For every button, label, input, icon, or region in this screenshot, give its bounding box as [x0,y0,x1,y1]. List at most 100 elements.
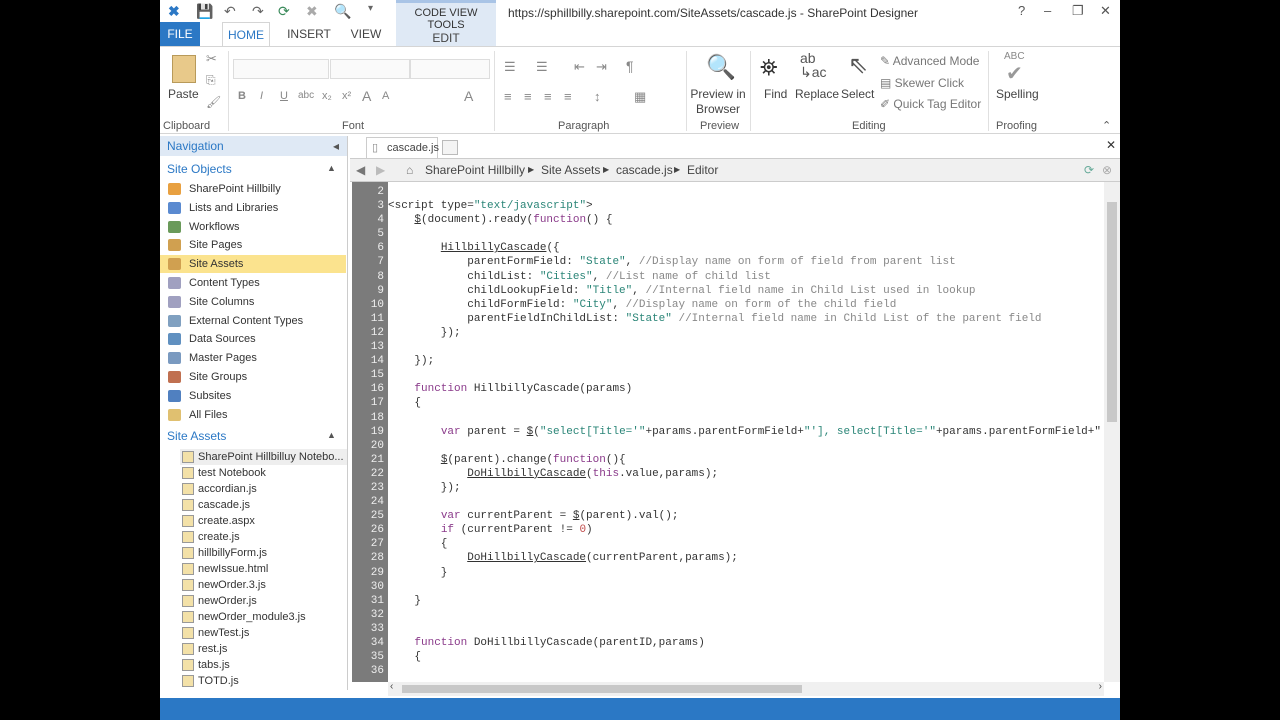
redo-icon[interactable]: ↷ [252,3,264,20]
restore-button[interactable]: ❐ [1072,3,1084,19]
sidebar-item[interactable]: Data Sources [160,330,346,348]
close-button[interactable]: ✕ [1100,3,1111,19]
superscript-button[interactable]: x² [342,90,351,102]
document-tab[interactable]: ▯ cascade.js [366,137,439,158]
spelling-button[interactable]: Spelling [996,87,1039,101]
paste-button[interactable]: Paste [168,87,199,101]
decrease-indent-icon[interactable]: ⇤ [574,59,585,75]
horizontal-scrollbar[interactable]: ‹ › [388,681,1104,696]
subscript-button[interactable]: x₂ [322,90,332,102]
preview-icon[interactable]: 🔍 [334,3,351,20]
sidebar-item[interactable]: Site Pages [160,236,346,254]
select-button[interactable]: Select [841,87,874,101]
refresh-icon[interactable]: ⟳ [1084,159,1094,181]
back-button[interactable]: ◀ [356,159,365,181]
line-spacing-icon[interactable]: ↕ [594,89,601,104]
forward-button[interactable]: ▶ [376,159,385,181]
sidebar-item[interactable]: Site Groups [160,368,346,386]
site-assets-header[interactable]: Site Assets [167,429,226,443]
sidebar-item[interactable]: Site Columns [160,293,346,311]
breadcrumb-item[interactable]: cascade.js [616,159,673,181]
file-item[interactable]: tabs.js [180,657,347,673]
stop-icon[interactable]: ⊗ [1102,159,1112,181]
vertical-scroll-thumb[interactable] [1107,202,1117,422]
format-painter-icon[interactable]: 🖌 [206,95,221,109]
close-document-icon[interactable]: ✕ [1106,138,1116,152]
customize-toolbar-icon[interactable]: ▾ [368,3,373,14]
collapse-ribbon-icon[interactable]: ⌃ [1102,119,1111,132]
breadcrumb-item[interactable]: SharePoint Hillbilly [425,159,525,181]
font-style-combo[interactable] [410,59,490,79]
font-size-combo[interactable] [330,59,410,79]
breadcrumb-item[interactable]: Editor [687,159,718,181]
refresh-icon[interactable]: ⟳ [278,3,290,20]
sidebar-item[interactable]: Subsites [160,387,346,405]
file-item[interactable]: test Notebook [180,465,347,481]
new-tab-button[interactable] [442,140,458,155]
quick-tag-editor-button[interactable]: ✐ Quick Tag Editor [880,97,981,111]
file-item[interactable]: accordian.js [180,481,347,497]
strikethrough-button[interactable]: abc [298,90,314,101]
tab-view[interactable]: VIEW [344,22,388,46]
file-item[interactable]: SharePoint Hillbilluy Notebo... [180,449,347,465]
vertical-scrollbar[interactable] [1104,182,1120,682]
advanced-mode-button[interactable]: ✎ Advanced Mode [880,54,979,68]
tab-file[interactable]: FILE [160,22,200,46]
file-item[interactable]: hillbillyForm.js [180,545,347,561]
collapse-site-objects-icon[interactable]: ▲ [327,163,336,173]
sidebar-item[interactable]: Site Assets [160,255,346,274]
bullets-icon[interactable]: ☰ [504,59,516,75]
increase-indent-icon[interactable]: ⇥ [596,59,607,75]
file-item[interactable]: newOrder_module3.js [180,609,347,625]
file-item[interactable]: create.aspx [180,513,347,529]
scroll-right-icon[interactable]: › [1099,681,1102,692]
align-center-icon[interactable]: ≡ [524,89,532,104]
file-item[interactable]: create.js [180,529,347,545]
file-item[interactable]: cascade.js [180,497,347,513]
file-item[interactable]: TOTD.js [180,673,347,689]
preview-in-browser-button[interactable]: Preview in Browser [690,87,746,117]
italic-button[interactable]: I [260,90,263,102]
shrink-font-button[interactable]: A [382,90,389,102]
sidebar-item[interactable]: Lists and Libraries [160,199,346,217]
replace-button[interactable]: Replace [795,87,839,101]
stop-icon[interactable]: ✖ [306,3,318,20]
underline-button[interactable]: U [280,90,288,102]
file-item[interactable]: newOrder.3.js [180,577,347,593]
numbering-icon[interactable]: ☰ [536,59,548,75]
skewer-click-button[interactable]: ▤ Skewer Click [880,76,964,90]
horizontal-scroll-thumb[interactable] [402,685,802,693]
save-icon[interactable]: 💾 [196,3,213,20]
minimize-button[interactable]: – [1044,3,1051,18]
align-right-icon[interactable]: ≡ [544,89,552,104]
collapse-pane-icon[interactable]: ◂ [333,136,339,156]
grow-font-button[interactable]: A [362,88,371,104]
help-button[interactable]: ? [1018,3,1025,18]
show-formatting-button[interactable]: ¶ [626,58,634,74]
file-item[interactable]: newOrder.js [180,593,347,609]
borders-icon[interactable]: ▦ [634,89,646,105]
site-objects-header[interactable]: Site Objects [167,162,232,176]
align-left-icon[interactable]: ≡ [504,89,512,104]
breadcrumb-item[interactable]: Site Assets [541,159,600,181]
sidebar-item[interactable]: Workflows [160,218,346,236]
sidebar-item[interactable]: External Content Types [160,312,346,330]
sidebar-item[interactable]: Content Types [160,274,346,292]
find-button[interactable]: Find [764,87,787,101]
scroll-left-icon[interactable]: ‹ [390,681,393,692]
file-item[interactable]: newIssue.html [180,561,347,577]
tab-home[interactable]: HOME [222,22,270,46]
collapse-site-assets-icon[interactable]: ▲ [327,430,336,440]
copy-icon[interactable]: ⎘ [206,73,216,88]
bold-button[interactable]: B [238,90,246,102]
font-color-button[interactable]: A [464,88,473,104]
justify-icon[interactable]: ≡ [564,89,572,104]
sidebar-item[interactable]: Master Pages [160,349,346,367]
undo-icon[interactable]: ↶ [224,3,236,20]
cut-icon[interactable]: ✂ [206,51,217,67]
sidebar-item[interactable]: All Files [160,406,346,424]
tab-insert[interactable]: INSERT [284,22,334,46]
file-item[interactable]: rest.js [180,641,347,657]
font-name-combo[interactable] [233,59,329,79]
code-area[interactable]: 2 3 <script type="text/javascript"> 4 $(doc… [352,185,1104,682]
